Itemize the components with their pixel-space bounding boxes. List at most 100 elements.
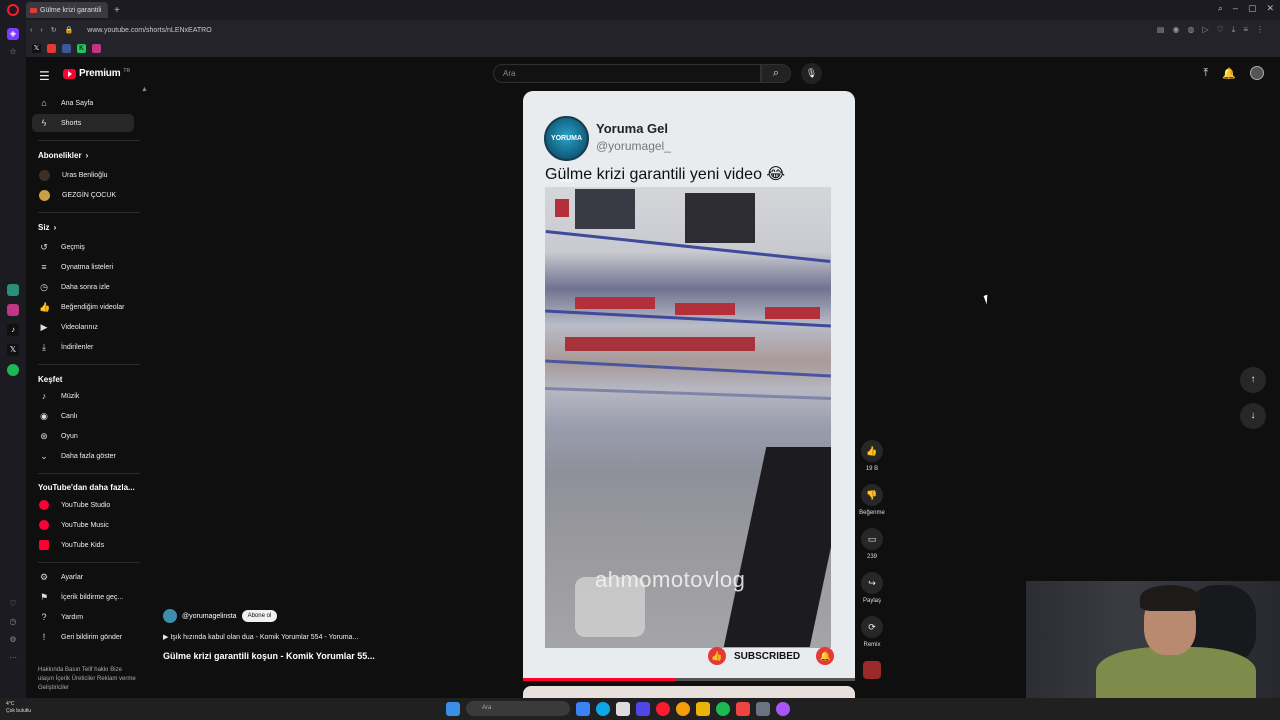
you-header[interactable]: Siz › — [38, 223, 56, 232]
notifications-icon[interactable]: 🔔 — [1222, 67, 1236, 80]
sidebar-item-report-history[interactable]: ⚑ İçerik bildirme geç... — [32, 588, 134, 606]
edge-icon[interactable] — [596, 701, 610, 716]
tiktok-icon[interactable]: ♪ — [7, 324, 19, 336]
search-tabs-icon[interactable]: ⌕ — [1218, 3, 1223, 14]
sidebar-item-subscription[interactable]: GEZGİN ÇOCUK — [32, 186, 134, 204]
bookmark-icon[interactable] — [62, 44, 71, 53]
camera-icon[interactable]: ◉ — [1172, 25, 1179, 35]
subscribe-button[interactable]: Abone ol — [241, 610, 278, 622]
sidebar-item-feedback[interactable]: ! Geri bildirim gönder — [32, 628, 134, 646]
taskbar-search[interactable]: Ara — [466, 701, 570, 716]
sidebar-item-show-more[interactable]: ⌄ Daha fazla göster — [32, 447, 134, 465]
remix-icon[interactable]: ⟳ — [861, 616, 883, 638]
sidebar-item-help[interactable]: ? Yardım — [32, 608, 134, 626]
next-short-button[interactable]: ↓ — [1240, 403, 1266, 429]
avatar[interactable] — [1250, 66, 1264, 80]
channel-avatar[interactable] — [163, 609, 177, 623]
spotify-icon[interactable] — [7, 364, 19, 376]
sidebar-item-live[interactable]: ◉ Canlı — [32, 407, 134, 425]
spotify-icon[interactable] — [716, 701, 730, 716]
download-icon[interactable]: ⤓ — [1232, 25, 1236, 35]
youtube-icon[interactable] — [47, 44, 56, 53]
kick-icon[interactable]: K — [77, 44, 86, 53]
dislike-action[interactable]: 👎 Beğenme — [856, 484, 888, 516]
sidebar-item-youtube-music[interactable]: YouTube Music — [32, 516, 134, 534]
heart-icon[interactable]: ♡ — [1217, 25, 1224, 35]
more-icon[interactable]: ⋯ — [7, 652, 19, 664]
opera-logo-icon[interactable] — [7, 4, 19, 16]
short-player[interactable]: YORUMA GEL Yoruma Gel @yorumagel_ Gülme … — [523, 91, 855, 681]
app-icon[interactable] — [736, 701, 750, 716]
previous-short-button[interactable]: ↑ — [1240, 367, 1266, 393]
new-tab-button[interactable]: + — [114, 5, 120, 16]
sidebar-item-liked[interactable]: 👍 Beğendiğim videolar — [32, 298, 134, 316]
comment-action[interactable]: ▭ 239 — [856, 528, 888, 560]
video-progress[interactable] — [523, 678, 855, 681]
gear-icon[interactable]: ⚙ — [7, 634, 19, 646]
sound-thumbnail[interactable] — [863, 661, 881, 679]
bookmark-icon[interactable]: ☆ — [7, 46, 19, 58]
tab-active[interactable]: Gülme krizi garantili — [26, 2, 108, 18]
instagram-icon[interactable] — [92, 44, 101, 53]
next-short-preview[interactable] — [523, 686, 855, 698]
widgets-icon[interactable] — [576, 701, 590, 716]
x-icon[interactable]: 𝕏 — [32, 44, 41, 53]
windows-start-icon[interactable] — [446, 701, 460, 716]
voice-search-button[interactable]: 🎙 — [801, 63, 822, 84]
share-icon[interactable]: ↪ — [861, 572, 883, 594]
forward-icon[interactable]: › — [40, 27, 42, 34]
menu-icon[interactable]: ☰ — [39, 69, 50, 83]
channel-handle[interactable]: @yorumagelinsta — [182, 613, 237, 620]
shield-icon[interactable]: ◍ — [1187, 25, 1194, 35]
app-icon[interactable] — [756, 701, 770, 716]
maximize-button[interactable]: ▢ — [1248, 3, 1257, 14]
short-title[interactable]: Gülme krizi garantili koşun - Komik Yoru… — [163, 651, 403, 661]
sidebar-item-downloads[interactable]: ⤓ İndirilenler — [32, 338, 134, 356]
sidebar-item-home[interactable]: ⌂ Ana Sayfa — [32, 94, 134, 112]
sidebar-item-your-videos[interactable]: ▶ Videolarınız — [32, 318, 134, 336]
play-icon[interactable]: ▷ — [1202, 25, 1208, 35]
sidebar-item-youtube-kids[interactable]: YouTube Kids — [32, 536, 134, 554]
x-icon[interactable]: 𝕏 — [7, 344, 19, 356]
music-link[interactable]: ▶ Işık hızında kabul olan dua - Komik Yo… — [163, 633, 403, 641]
chatgpt-icon[interactable] — [7, 284, 19, 296]
close-button[interactable]: ✕ — [1266, 3, 1274, 14]
remix-action[interactable]: ⟳ Remix — [856, 616, 888, 648]
instagram-icon[interactable] — [7, 304, 19, 316]
weather-widget[interactable]: 4°C Çok bulutlu — [6, 701, 31, 715]
sidebar-item-playlists[interactable]: ≡ Oynatma listeleri — [32, 258, 134, 276]
sidebar-item-settings[interactable]: ⚙ Ayarlar — [32, 568, 134, 586]
footer-links[interactable]: Hakkında Basın Telif hakkı Bize ulaşın İ… — [38, 666, 136, 693]
sidebar-item-shorts[interactable]: ϟ Shorts — [32, 114, 134, 132]
thumbs-up-icon[interactable]: 👍 — [861, 440, 883, 462]
sidebar-item-watch-later[interactable]: ◷ Daha sonra izle — [32, 278, 134, 296]
sidebar-item-gaming[interactable]: ⊛ Oyun — [32, 427, 134, 445]
share-action[interactable]: ↪ Paylaş — [856, 572, 888, 604]
comment-icon[interactable]: ▭ — [861, 528, 883, 550]
url-field[interactable]: www.youtube.com/shorts/nLENxEATRO — [87, 27, 211, 34]
back-icon[interactable]: ‹ — [30, 27, 32, 34]
sidebar-item-subscription[interactable]: Uras Benlioğlu — [32, 166, 134, 184]
thumbs-down-icon[interactable]: 👎 — [861, 484, 883, 506]
search-input[interactable]: Ara — [493, 64, 761, 83]
teams-icon[interactable] — [636, 701, 650, 716]
app-icon[interactable] — [776, 701, 790, 716]
minimize-button[interactable]: – — [1233, 3, 1238, 14]
scroll-up-icon[interactable]: ▲ — [141, 86, 148, 93]
reload-icon[interactable]: ↻ — [51, 26, 57, 34]
video-frame[interactable]: ahmomotovlog — [545, 187, 831, 648]
sidebar-item-history[interactable]: ↺ Geçmiş — [32, 238, 134, 256]
sidebar-item-youtube-studio[interactable]: YouTube Studio — [32, 496, 134, 514]
opera-icon[interactable] — [656, 701, 670, 716]
page-icon[interactable]: ▤ — [1157, 25, 1165, 35]
history-icon[interactable]: ◷ — [7, 616, 19, 628]
like-action[interactable]: 👍 19 B — [856, 440, 888, 472]
sidebar-item-music[interactable]: ♪ Müzik — [32, 387, 134, 405]
search-button[interactable]: ⌕ — [761, 64, 791, 83]
menu-icon[interactable]: ≡ — [1243, 25, 1248, 35]
store-icon[interactable] — [616, 701, 630, 716]
heart-icon[interactable]: ♡ — [7, 598, 19, 610]
upload-icon[interactable]: ⤒ — [1203, 67, 1208, 80]
extensions-icon[interactable]: ⋮ — [1256, 25, 1264, 35]
opera-aria-icon[interactable]: ◈ — [7, 28, 19, 40]
